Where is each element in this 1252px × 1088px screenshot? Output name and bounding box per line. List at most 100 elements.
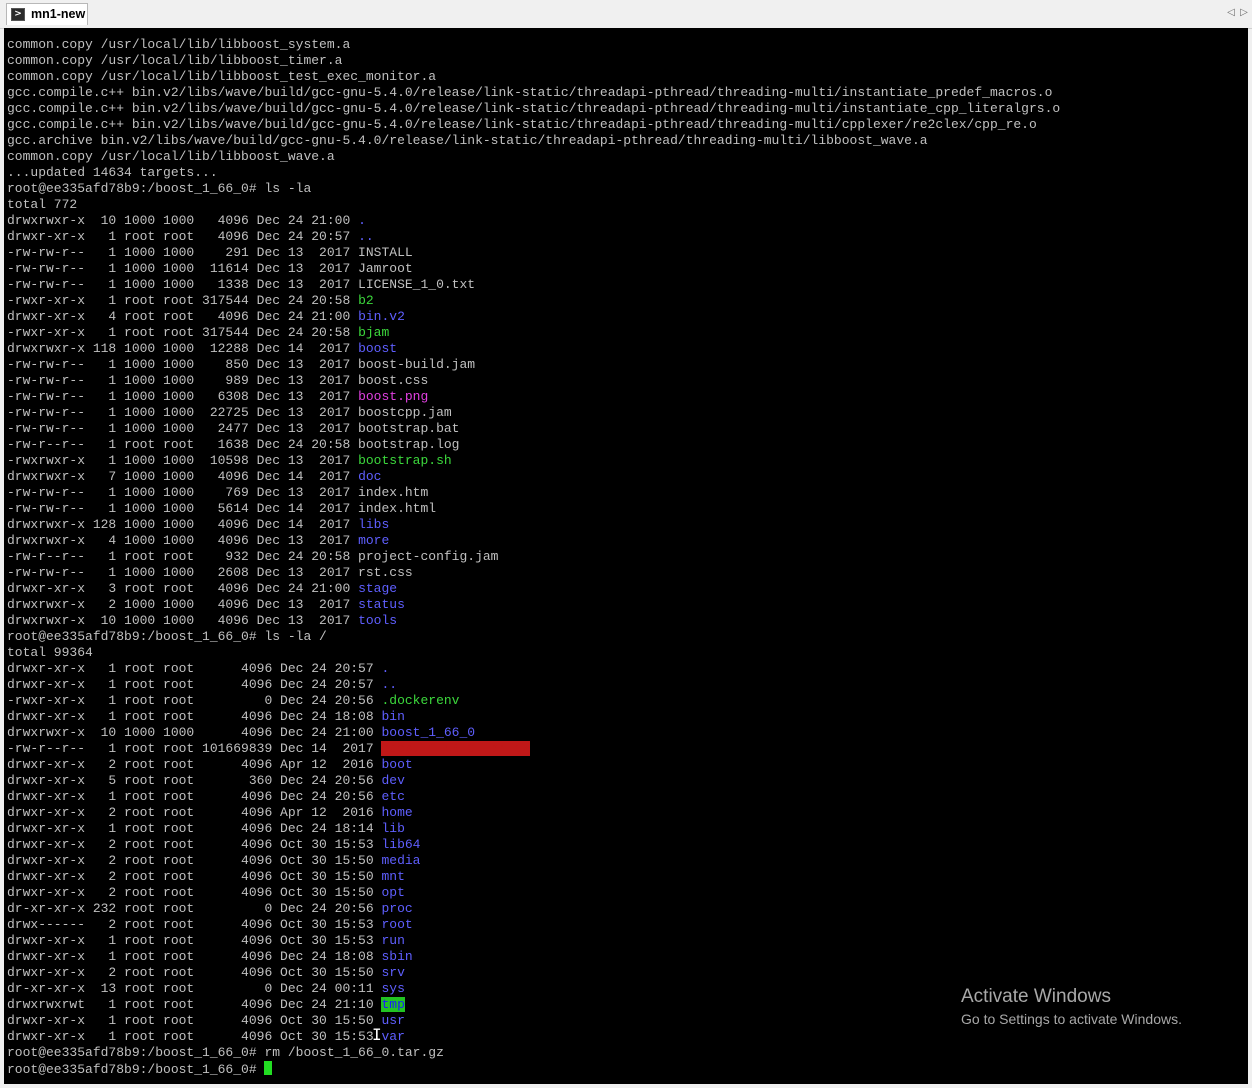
line-text: -rw-rw-r-- 1 1000 1000 2608 Dec 13 2017 … [7,565,413,580]
line-text: drwxr-xr-x 1 root root 4096 Dec 24 18:08 [7,949,382,964]
file-name-dir: opt [381,885,405,900]
line-text: root@ee335afd78b9:/boost_1_66_0# ls -la [7,181,312,196]
terminal-line: gcc.compile.c++ bin.v2/libs/wave/build/g… [7,85,1060,101]
line-text: -rw-rw-r-- 1 1000 1000 1338 Dec 13 2017 … [7,277,476,292]
file-name-dir: libs [358,517,390,532]
terminal-line: common.copy /usr/local/lib/libboost_time… [7,53,1060,69]
line-text: root@ee335afd78b9:/boost_1_66_0# rm /boo… [7,1045,444,1060]
line-text: drwxr-xr-x 1 root root 4096 Oct 30 15:53 [7,933,382,948]
file-name-dir: mnt [381,869,405,884]
terminal-line: drwxr-xr-x 1 root root 4096 Dec 24 20:57… [7,229,1060,245]
file-name-dir: doc [358,469,382,484]
line-text: -rw-rw-r-- 1 1000 1000 769 Dec 13 2017 i… [7,485,429,500]
terminal-line: drwxr-xr-x 3 root root 4096 Dec 24 21:00… [7,581,1060,597]
terminal-line: -rwxr-xr-x 1 root root 317544 Dec 24 20:… [7,293,1060,309]
line-text: drwxr-xr-x 2 root root 4096 Oct 30 15:50 [7,869,382,884]
line-text: drwxr-xr-x 4 root root 4096 Dec 24 21:00 [7,309,359,324]
terminal-line: -rw-rw-r-- 1 1000 1000 850 Dec 13 2017 b… [7,357,1060,373]
file-name-dir: proc [381,901,413,916]
file-name-archive: boost_1_66_0.tar.gz [381,741,530,756]
line-text: drwxrwxr-x 118 1000 1000 12288 Dec 14 20… [7,341,359,356]
file-name-dir: etc [381,789,405,804]
line-text: drwxr-xr-x 1 root root 4096 Dec 24 20:56 [7,789,382,804]
terminal-line: -rw-rw-r-- 1 1000 1000 2477 Dec 13 2017 … [7,421,1060,437]
session-tab[interactable]: > mn1-new [6,3,88,25]
terminal-line: drwxr-xr-x 1 root root 4096 Dec 24 20:57… [7,677,1060,693]
terminal-line: drwxrwxr-x 2 1000 1000 4096 Dec 13 2017 … [7,597,1060,613]
terminal-line: drwxr-xr-x 2 root root 4096 Oct 30 15:50… [7,869,1060,885]
file-name-dir: lib [381,821,405,836]
terminal-line: dr-xr-xr-x 13 root root 0 Dec 24 00:11 s… [7,981,1060,997]
line-text: drwxrwxr-x 2 1000 1000 4096 Dec 13 2017 [7,597,359,612]
line-text: drwxr-xr-x 3 root root 4096 Dec 24 21:00 [7,581,359,596]
line-text: drwxr-xr-x 1 root root 4096 Dec 24 18:08 [7,709,382,724]
file-name-exec: b2 [358,293,374,308]
scroll-tabs-left-icon[interactable]: ◁ [1226,6,1236,20]
file-name-dir: srv [381,965,405,980]
scroll-tabs-right-icon[interactable]: ▷ [1239,6,1249,20]
line-text: drwxr-xr-x 2 root root 4096 Apr 12 2016 [7,757,382,772]
terminal-line: common.copy /usr/local/lib/libboost_test… [7,69,1060,85]
terminal-line: -rw-rw-r-- 1 1000 1000 769 Dec 13 2017 i… [7,485,1060,501]
line-text: -rwxr-xr-x 1 root root 317544 Dec 24 20:… [7,293,359,308]
terminal-line: drwxrwxr-x 118 1000 1000 12288 Dec 14 20… [7,341,1060,357]
terminal-line: drwxrwxr-x 128 1000 1000 4096 Dec 14 201… [7,517,1060,533]
line-text: -rw-rw-r-- 1 1000 1000 5614 Dec 14 2017 … [7,501,437,516]
line-text: -rw-r--r-- 1 root root 1638 Dec 24 20:58… [7,437,460,452]
terminal-line: -rw-r--r-- 1 root root 932 Dec 24 20:58 … [7,549,1060,565]
line-text: drwxr-xr-x 1 root root 4096 Oct 30 15:53 [7,1029,382,1044]
file-name-dir: tools [358,613,398,628]
file-name-img: boost.png [358,389,429,404]
file-name-dir: .. [381,677,398,692]
file-name-dir: sbin [381,949,413,964]
file-name-exec: bootstrap.sh [358,453,452,468]
terminal-line: drwxr-xr-x 2 root root 4096 Apr 12 2016 … [7,805,1060,821]
terminal-line: drwxr-xr-x 2 root root 4096 Apr 12 2016 … [7,757,1060,773]
file-name-dir: sys [381,981,405,996]
terminal-icon: > [11,8,25,21]
terminal-line: drwxr-xr-x 2 root root 4096 Oct 30 15:53… [7,837,1060,853]
line-text: drwxr-xr-x 5 root root 360 Dec 24 20:56 [7,773,382,788]
file-name-dir: more [358,533,390,548]
file-name-dir: lib64 [381,837,421,852]
file-name-dir: run [381,933,405,948]
terminal-line: drwxrwxr-x 4 1000 1000 4096 Dec 13 2017 … [7,533,1060,549]
terminal-line: -rw-rw-r-- 1 1000 1000 5614 Dec 14 2017 … [7,501,1060,517]
file-name-dir: .. [358,229,374,244]
line-text: drwxrwxr-x 10 1000 1000 4096 Dec 24 21:0… [7,213,359,228]
terminal-line: drwx------ 2 root root 4096 Oct 30 15:53… [7,917,1060,933]
file-name-dir: bin [381,709,405,724]
terminal-line: drwxr-xr-x 1 root root 4096 Oct 30 15:53… [7,933,1060,949]
file-name-dir: boost_1_66_0 [381,725,476,740]
terminal-line: -rw-r--r-- 1 root root 101669839 Dec 14 … [7,741,1060,757]
terminal-line: drwxr-xr-x 5 root root 360 Dec 24 20:56 … [7,773,1060,789]
line-text: dr-xr-xr-x 13 root root 0 Dec 24 00:11 [7,981,382,996]
line-text: -rw-rw-r-- 1 1000 1000 291 Dec 13 2017 I… [7,245,413,260]
terminal-line: drwxr-xr-x 1 root root 4096 Dec 24 20:57… [7,661,1060,677]
file-name-exec: .dockerenv [381,693,460,708]
terminal-line: -rw-rw-r-- 1 1000 1000 1338 Dec 13 2017 … [7,277,1060,293]
line-text: drwxrwxr-x 10 1000 1000 4096 Dec 13 2017 [7,613,359,628]
file-name-dir: stage [358,581,398,596]
line-text: -rw-rw-r-- 1 1000 1000 989 Dec 13 2017 b… [7,373,429,388]
terminal-line: drwxr-xr-x 2 root root 4096 Oct 30 15:50… [7,885,1060,901]
terminal-line: drwxr-xr-x 2 root root 4096 Oct 30 15:50… [7,965,1060,981]
line-text: -rw-rw-r-- 1 1000 1000 6308 Dec 13 2017 [7,389,359,404]
line-text: drwxr-xr-x 2 root root 4096 Oct 30 15:53 [7,837,382,852]
terminal-line: root@ee335afd78b9:/boost_1_66_0# ls -la [7,181,1060,197]
line-text: -rw-rw-r-- 1 1000 1000 22725 Dec 13 2017… [7,405,452,420]
file-name-dir: dev [381,773,405,788]
terminal-line: total 99364 [7,645,1060,661]
terminal-line: -rwxrwxr-x 1 1000 1000 10598 Dec 13 2017… [7,453,1060,469]
line-text: drwxrwxrwt 1 root root 4096 Dec 24 21:10 [7,997,382,1012]
line-text: root@ee335afd78b9:/boost_1_66_0# ls -la … [7,629,327,644]
file-name-sticky: tmp [381,997,405,1012]
terminal-line: drwxrwxr-x 10 1000 1000 4096 Dec 24 21:0… [7,213,1060,229]
file-name-dir: . [381,661,390,676]
line-text: drwxr-xr-x 1 root root 4096 Dec 24 18:14 [7,821,382,836]
terminal-line: -rw-rw-r-- 1 1000 1000 11614 Dec 13 2017… [7,261,1060,277]
terminal-prompt-line[interactable]: root@ee335afd78b9:/boost_1_66_0# [7,1061,1060,1077]
terminal-output[interactable]: common.copy /usr/local/lib/libboost_syst… [4,28,1248,1084]
line-text: drwxr-xr-x 2 root root 4096 Apr 12 2016 [7,805,382,820]
shell-prompt: root@ee335afd78b9:/boost_1_66_0# [7,1062,265,1077]
